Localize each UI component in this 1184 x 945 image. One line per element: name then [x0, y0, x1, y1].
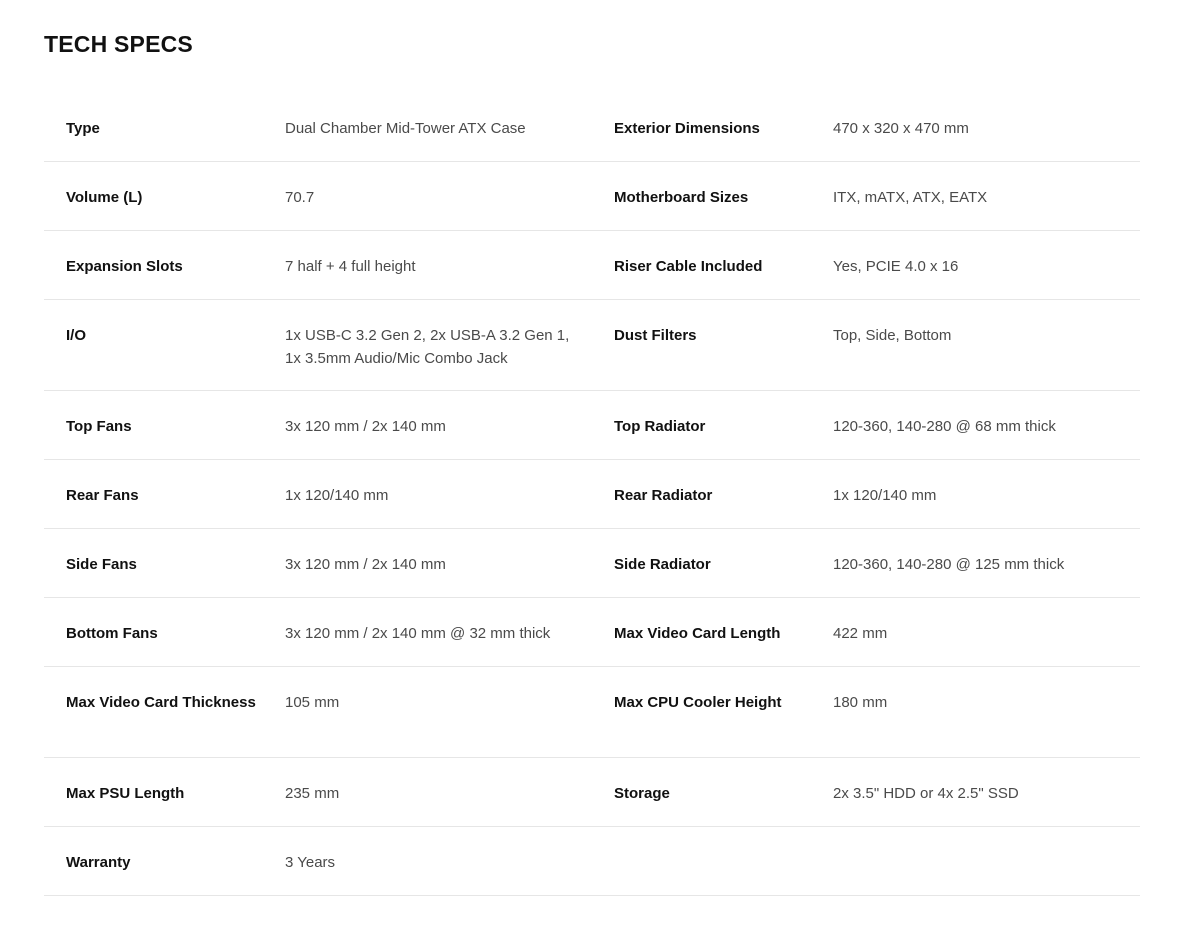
- spec-value: 105 mm: [285, 694, 340, 711]
- spec-value: 120-360, 140-280 @ 125 mm thick: [833, 556, 1065, 573]
- spec-value: 1x 120/140 mm: [833, 487, 937, 504]
- spec-label: Max Video Card Thickness: [66, 694, 256, 711]
- table-row: Max PSU Length 235 mm Storage 2x 3.5" HD…: [44, 758, 1140, 827]
- spec-label: Rear Radiator: [614, 487, 713, 504]
- spec-value: 1x USB-C 3.2 Gen 2, 2x USB-A 3.2 Gen 1, …: [285, 327, 570, 367]
- spec-label: I/O: [66, 327, 87, 344]
- spec-label: Side Radiator: [614, 556, 711, 573]
- spec-value: Dual Chamber Mid-Tower ATX Case: [285, 120, 526, 137]
- spec-label: Max PSU Length: [66, 785, 185, 802]
- spec-label: Exterior Dimensions: [614, 120, 760, 137]
- spec-value: Top, Side, Bottom: [833, 327, 952, 344]
- spec-label: Top Fans: [66, 418, 132, 435]
- spec-label: Volume (L): [66, 189, 143, 206]
- spec-value: Yes, PCIE 4.0 x 16: [833, 258, 959, 275]
- spec-value: ITX, mATX, ATX, EATX: [833, 189, 988, 206]
- table-row: Type Dual Chamber Mid-Tower ATX Case Ext…: [44, 93, 1140, 162]
- spec-value: 3x 120 mm / 2x 140 mm: [285, 418, 446, 435]
- table-row: Volume (L) 70.7 Motherboard Sizes ITX, m…: [44, 162, 1140, 231]
- table-row: I/O 1x USB-C 3.2 Gen 2, 2x USB-A 3.2 Gen…: [44, 300, 1140, 391]
- spec-value: 422 mm: [833, 625, 888, 642]
- spec-value: 3 Years: [285, 854, 336, 871]
- spec-label: Storage: [614, 785, 670, 802]
- spec-label: Dust Filters: [614, 327, 697, 344]
- table-row: Rear Fans 1x 120/140 mm Rear Radiator 1x…: [44, 460, 1140, 529]
- table-row: Side Fans 3x 120 mm / 2x 140 mm Side Rad…: [44, 529, 1140, 598]
- specs-table: Type Dual Chamber Mid-Tower ATX Case Ext…: [44, 93, 1140, 896]
- spec-label: Riser Cable Included: [614, 258, 763, 275]
- spec-label: Motherboard Sizes: [614, 189, 749, 206]
- table-row: Top Fans 3x 120 mm / 2x 140 mm Top Radia…: [44, 391, 1140, 460]
- spec-value: 3x 120 mm / 2x 140 mm: [285, 556, 446, 573]
- spec-value: 3x 120 mm / 2x 140 mm @ 32 mm thick: [285, 625, 551, 642]
- spec-value: 1x 120/140 mm: [285, 487, 389, 504]
- table-row: Expansion Slots 7 half + 4 full height R…: [44, 231, 1140, 300]
- spec-label: Rear Fans: [66, 487, 139, 504]
- table-row: Bottom Fans 3x 120 mm / 2x 140 mm @ 32 m…: [44, 598, 1140, 667]
- spec-value: 120-360, 140-280 @ 68 mm thick: [833, 418, 1056, 435]
- spec-value: 180 mm: [833, 694, 888, 711]
- spec-value: 235 mm: [285, 785, 340, 802]
- spec-label: Type: [66, 120, 100, 137]
- spec-label: Side Fans: [66, 556, 137, 573]
- spec-label: Max CPU Cooler Height: [614, 694, 782, 711]
- tech-specs-page: TECH SPECS Type Dual Chamber Mid-Tower A…: [0, 0, 1184, 945]
- spec-value: 7 half + 4 full height: [285, 258, 416, 275]
- spec-value: 2x 3.5" HDD or 4x 2.5" SSD: [833, 785, 1019, 802]
- spec-label: Warranty: [66, 854, 131, 871]
- table-row: Warranty 3 Years: [44, 827, 1140, 896]
- page-title: TECH SPECS: [44, 31, 193, 57]
- spec-label: Bottom Fans: [66, 625, 158, 642]
- spec-value: 70.7: [285, 189, 315, 206]
- spec-label: Top Radiator: [614, 418, 706, 435]
- spec-label: Max Video Card Length: [614, 625, 781, 642]
- spec-value: 470 x 320 x 470 mm: [833, 120, 969, 137]
- table-row: Max Video Card Thickness 105 mm Max CPU …: [44, 667, 1140, 758]
- spec-label: Expansion Slots: [66, 258, 183, 275]
